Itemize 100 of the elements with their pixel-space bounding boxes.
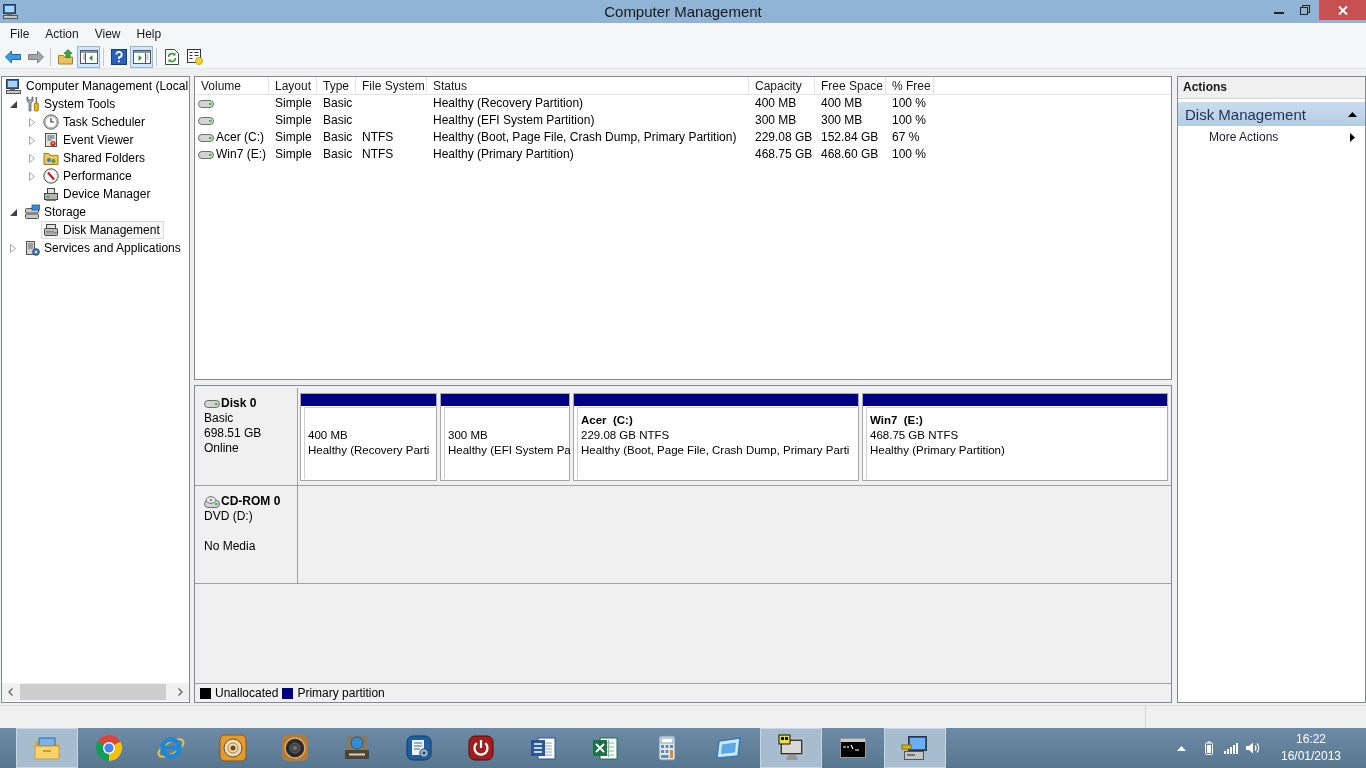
signal-icon[interactable] bbox=[1224, 742, 1238, 754]
menu-item[interactable]: Help bbox=[128, 23, 170, 45]
tree-item[interactable]: Task Scheduler bbox=[41, 113, 150, 131]
clock-date: 16/01/2013 bbox=[1280, 748, 1342, 765]
column-header[interactable]: % Free bbox=[886, 77, 934, 95]
folder-icon bbox=[43, 150, 59, 166]
disk-type: Basic bbox=[204, 411, 235, 426]
disk-size: 698.51 GB bbox=[204, 426, 263, 441]
table-cell-text: 300 MB bbox=[820, 112, 864, 129]
log-icon bbox=[43, 132, 59, 148]
partition-size: 229.08 GB NTFS bbox=[581, 428, 671, 443]
column-header[interactable]: File System bbox=[356, 77, 427, 95]
partition-name: Win7 (E:) bbox=[870, 413, 924, 428]
tree-item[interactable]: Storage bbox=[22, 203, 91, 221]
partition-block[interactable]: 300 MB Healthy (EFI System Pa bbox=[440, 393, 570, 481]
list-icon bbox=[186, 48, 203, 65]
close-icon bbox=[1337, 5, 1348, 15]
menu-item[interactable]: Action bbox=[37, 23, 87, 45]
drive-icon bbox=[198, 99, 214, 108]
device-icon bbox=[43, 186, 59, 202]
tree-item[interactable]: System Tools bbox=[22, 95, 120, 113]
pane-title: Actions bbox=[1178, 77, 1365, 99]
battery-icon[interactable] bbox=[1205, 741, 1213, 755]
left-pane-icon bbox=[79, 48, 98, 65]
tools-icon bbox=[24, 96, 40, 112]
section-header[interactable]: Disk Management bbox=[1178, 102, 1365, 126]
folder-up-icon bbox=[57, 48, 74, 65]
computer-tools-icon bbox=[900, 733, 930, 763]
partition-block[interactable]: Win7 (E:) 468.75 GB NTFS Healthy (Primary Partition) bbox=[862, 393, 1168, 481]
table-cell-text: 229.08 GB bbox=[754, 129, 814, 146]
horizontal-scrollbar[interactable] bbox=[2, 683, 189, 701]
expander-icon[interactable] bbox=[9, 208, 17, 216]
menu-item[interactable]: File bbox=[2, 23, 38, 45]
action-pane-button[interactable] bbox=[130, 45, 153, 68]
window-title: Computer Management bbox=[604, 2, 762, 22]
partition-status: Healthy (Primary Partition) bbox=[870, 443, 1006, 458]
storage-icon bbox=[24, 204, 40, 220]
tree-item[interactable]: Computer Management (Local bbox=[3, 77, 193, 95]
close-button[interactable] bbox=[1319, 0, 1366, 20]
minimize-icon bbox=[1274, 12, 1284, 14]
partition-block[interactable]: 400 MB Healthy (Recovery Parti bbox=[300, 393, 437, 481]
gear-document-icon bbox=[404, 733, 434, 763]
tree-item[interactable]: Shared Folders bbox=[41, 149, 150, 167]
table-cell-text: 100 % bbox=[891, 146, 928, 163]
table-cell-text: 100 % bbox=[891, 95, 928, 112]
partition-size: 468.75 GB NTFS bbox=[870, 428, 960, 443]
refresh-icon bbox=[164, 48, 179, 65]
table-cell-text: 300 MB bbox=[754, 112, 798, 129]
table-cell-text: NTFS bbox=[361, 146, 395, 163]
menu-item[interactable]: View bbox=[86, 23, 129, 45]
tree-item[interactable]: Device Manager bbox=[41, 185, 155, 203]
partition-status: Healthy (Recovery Parti bbox=[308, 443, 431, 458]
right-pane-icon bbox=[132, 48, 151, 65]
table-cell-text: 400 MB bbox=[754, 95, 798, 112]
column-header[interactable]: Layout bbox=[269, 77, 317, 95]
drive-icon bbox=[198, 133, 214, 142]
drive-icon bbox=[198, 150, 214, 159]
server-icon bbox=[24, 240, 40, 256]
tree-item[interactable]: Services and Applications bbox=[22, 239, 185, 257]
scroll-thumb[interactable] bbox=[20, 684, 166, 700]
table-cell: Win7 (E:) bbox=[216, 146, 266, 163]
chevron-left-icon[interactable] bbox=[8, 688, 13, 696]
table-cell-text: Basic bbox=[322, 146, 354, 163]
column-header[interactable]: Type bbox=[317, 77, 356, 95]
tree-item[interactable]: Disk Management bbox=[41, 221, 164, 239]
clock-icon bbox=[43, 114, 59, 130]
taskbar-button[interactable] bbox=[760, 728, 822, 768]
partition-name: Acer (C:) bbox=[581, 413, 634, 428]
partition-block[interactable]: Acer (C:) 229.08 GB NTFS Healthy (Boot, Page File, Crash Dump, Primary Parti bbox=[573, 393, 859, 481]
volume-icon[interactable] bbox=[1246, 742, 1261, 754]
legend-label: Unallocated bbox=[215, 686, 279, 700]
action-item[interactable]: More Actions bbox=[1178, 126, 1365, 148]
table-cell-text: Healthy (Boot, Page File, Crash Dump, Primary Partition) bbox=[432, 129, 738, 146]
table-cell-text: NTFS bbox=[361, 129, 395, 146]
table-cell-text: Simple bbox=[274, 112, 313, 129]
column-header[interactable]: Volume bbox=[195, 77, 269, 95]
disk-type: DVD (D:) bbox=[204, 509, 254, 524]
column-header[interactable]: Capacity bbox=[749, 77, 815, 95]
table-cell-text: 100 % bbox=[891, 112, 928, 129]
partition-size: 300 MB bbox=[448, 428, 489, 443]
drive-icon bbox=[43, 222, 59, 238]
monitor-icon bbox=[776, 733, 806, 763]
table-cell-text: Simple bbox=[274, 129, 313, 146]
partition-status: Healthy (Boot, Page File, Crash Dump, Primary Parti bbox=[581, 443, 851, 458]
expander-icon[interactable] bbox=[9, 100, 17, 108]
disk-status: No Media bbox=[204, 539, 257, 554]
column-header[interactable]: Status bbox=[427, 77, 749, 95]
console-tree-button[interactable] bbox=[77, 45, 100, 68]
table-cell-text: Basic bbox=[322, 129, 354, 146]
table-cell-text: Healthy (EFI System Partition) bbox=[432, 112, 596, 129]
taskbar-button[interactable] bbox=[884, 728, 946, 768]
disk-name: Disk 0 bbox=[221, 396, 257, 411]
chevron-up-icon[interactable] bbox=[1177, 745, 1186, 751]
column-header[interactable]: Free Space bbox=[815, 77, 886, 95]
disk-name: CD-ROM 0 bbox=[221, 494, 281, 509]
table-cell-text: 468.60 GB bbox=[820, 146, 880, 163]
tree-item[interactable]: Performance bbox=[41, 167, 136, 185]
disk-status: Online bbox=[204, 441, 240, 456]
tree-item[interactable]: Event Viewer bbox=[41, 131, 138, 149]
chevron-right-icon[interactable] bbox=[178, 688, 183, 696]
